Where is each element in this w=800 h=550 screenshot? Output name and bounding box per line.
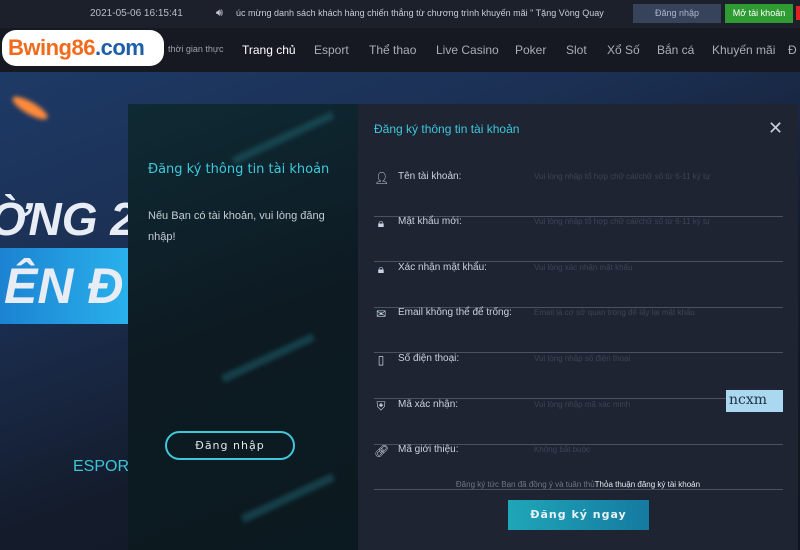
user-icon: 👤︎	[374, 171, 390, 185]
password-field[interactable]: 🔒︎ Mật khẩu mới: Vui lòng nhập tổ hợp ch…	[374, 216, 783, 262]
field-label: Mã giới thiệu:	[398, 444, 459, 455]
password-input[interactable]: Vui lòng nhập tổ hợp chữ cái/chữ số từ 6…	[534, 217, 711, 226]
register-button[interactable]: Đăng ký ngay	[508, 500, 649, 530]
speaker-icon: 🔊︎	[216, 6, 223, 19]
open-account-button[interactable]: Mở tài khoản	[725, 4, 793, 23]
nav-item-promotions[interactable]: Khuyến mãi	[712, 43, 775, 57]
close-icon[interactable]: ✕	[768, 118, 783, 139]
confirm-password-input[interactable]: Vui lòng xác nhận mật khẩu	[534, 263, 632, 272]
logo[interactable]: Bwing86.com	[2, 30, 164, 66]
field-label: Xác nhận mật khẩu:	[398, 262, 487, 273]
username-input[interactable]: Vui lòng nhập tổ hợp chữ cái/chữ số từ 6…	[534, 172, 711, 181]
agreement-text: Đăng ký tức Bạn đã đồng ý và tuân thủThỏ…	[358, 480, 798, 489]
banner-esport-label: ESPOR	[73, 458, 130, 475]
panel-text: Nếu Bạn có tài khoản, vui lòng đăng nhập…	[148, 210, 325, 243]
referral-input[interactable]: Không bắt buộc	[534, 445, 590, 454]
panel-title: Đăng ký thông tin tài khoản	[148, 162, 330, 177]
email-field[interactable]: ✉ Email không thể để trống: Email là cơ …	[374, 307, 783, 353]
nav-item-poker[interactable]: Poker	[515, 43, 546, 57]
shield-icon: ⛨	[376, 399, 386, 413]
field-label: Email không thể để trống:	[398, 307, 512, 318]
lock-icon: 🔒︎	[377, 216, 385, 230]
agreement-link[interactable]: Thỏa thuận đăng ký tài khoản	[595, 480, 700, 489]
nav-item-fishing[interactable]: Bắn cá	[657, 43, 694, 57]
banner-text-2: ÊN Đ	[0, 248, 140, 324]
realtime-label: thời gian thực	[168, 44, 224, 54]
confirm-password-field[interactable]: 🔒︎ Xác nhận mật khẩu: Vui lòng xác nhận …	[374, 262, 783, 308]
mail-icon: ✉	[375, 307, 387, 321]
nav-item-more[interactable]: Đ	[788, 43, 797, 57]
lock-icon: 🔒︎	[377, 262, 385, 276]
extra-button[interactable]	[796, 6, 800, 20]
captcha-input[interactable]: Vui lòng nhập mã xác minh	[534, 400, 630, 409]
agreement-prefix: Đăng ký tức Bạn đã đồng ý và tuân thủ	[455, 480, 595, 489]
decorative-streak	[240, 473, 336, 523]
nav-item-lottery[interactable]: Xổ Số	[607, 43, 640, 57]
nav-item-esport[interactable]: Esport	[314, 43, 349, 57]
link-icon: 🔗︎	[374, 444, 390, 458]
panel-login-button[interactable]: Đăng nhập	[165, 431, 295, 460]
field-label: Tên tài khoản:	[398, 171, 462, 182]
decorative-streak	[220, 333, 316, 383]
top-bar: 2021-05-06 16:15:41 🔊︎ úc mừng danh sách…	[0, 0, 800, 28]
nav-item-sports[interactable]: Thể thao	[369, 43, 416, 57]
nav-item-slot[interactable]: Slot	[566, 43, 587, 57]
captcha-image[interactable]: ncxm	[726, 390, 783, 412]
decorative-streak	[231, 111, 335, 165]
field-label: Mã xác nhận:	[398, 399, 459, 410]
banner-text-1: ỜNG 2	[0, 193, 136, 245]
datetime: 2021-05-06 16:15:41	[90, 8, 183, 19]
register-form: Đăng ký thông tin tài khoản ✕ 👤︎ Tên tài…	[358, 104, 798, 550]
nav-item-live-casino[interactable]: Live Casino	[436, 43, 499, 57]
field-label: Số điện thoại:	[398, 353, 460, 364]
field-label: Mật khẩu mới:	[398, 216, 462, 227]
decorative-glow	[9, 92, 51, 124]
email-input[interactable]: Email là cơ sở quan trọng để lấy lại mật…	[534, 308, 695, 317]
form-title: Đăng ký thông tin tài khoản	[374, 122, 520, 136]
login-prompt-panel: Đăng ký thông tin tài khoản Nếu Bạn có t…	[128, 104, 358, 550]
login-button[interactable]: Đăng nhập	[633, 4, 721, 23]
username-field[interactable]: 👤︎ Tên tài khoản: Vui lòng nhập tổ hợp c…	[374, 171, 783, 217]
phone-field[interactable]: ▯ Số điện thoại: Vui lòng nhập số điện t…	[374, 353, 783, 399]
announcement-marquee: úc mừng danh sách khách hàng chiến thắng…	[236, 8, 606, 18]
phone-icon: ▯	[377, 353, 385, 367]
nav-item-home[interactable]: Trang chủ	[242, 43, 296, 57]
phone-input[interactable]: Vui lòng nhập số điện thoại	[534, 354, 630, 363]
captcha-field[interactable]: ⛨ Mã xác nhận: Vui lòng nhập mã xác minh…	[374, 390, 783, 445]
